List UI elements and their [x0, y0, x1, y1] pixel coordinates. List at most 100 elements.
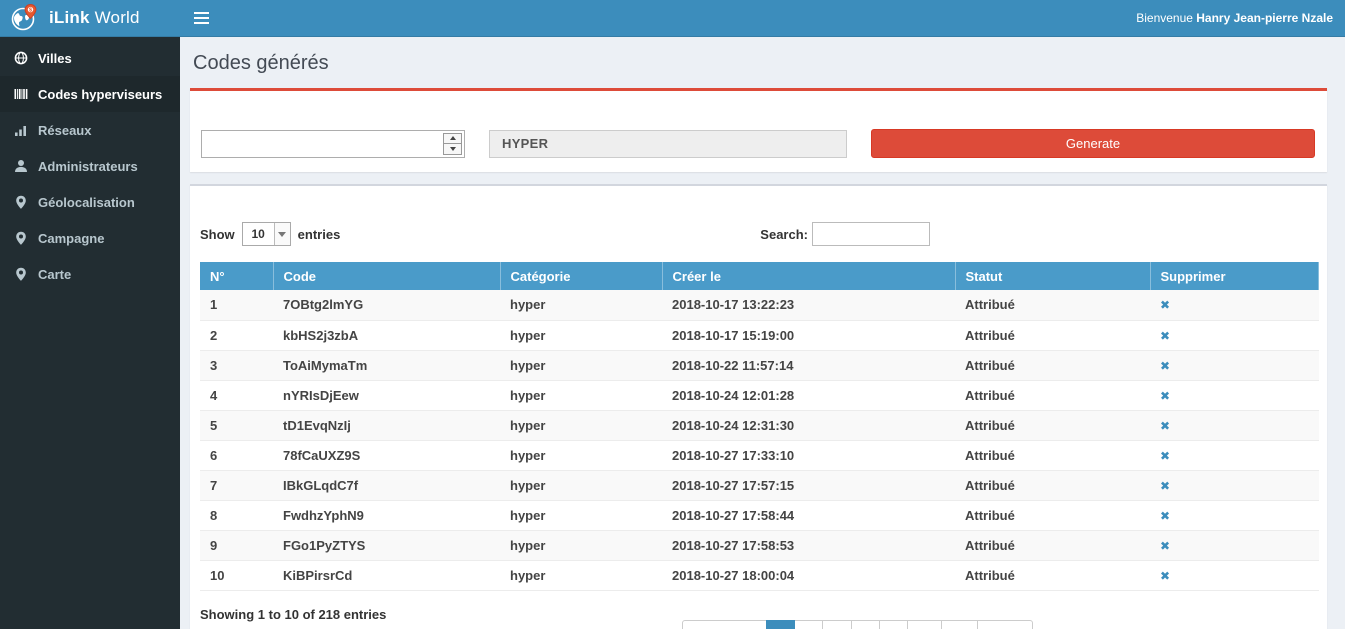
cell-category: hyper — [500, 440, 662, 470]
cell-created: 2018-10-27 17:58:53 — [662, 530, 955, 560]
cell-created: 2018-10-24 12:01:28 — [662, 380, 955, 410]
sidebar-item-villes[interactable]: Villes — [0, 40, 180, 76]
sidebar-item-campagne[interactable]: Campagne — [0, 220, 180, 256]
cell-code: kbHS2j3zbA — [273, 320, 500, 350]
globe-icon — [14, 51, 28, 65]
cell-status: Attribué — [955, 440, 1150, 470]
sidebar-item-label: Administrateurs — [38, 159, 138, 174]
table-row: 3 ToAiMymaTm hyper 2018-10-22 11:57:14 A… — [200, 350, 1319, 380]
welcome-message: Bienvenue Hanry Jean-pierre Nzale — [1136, 11, 1333, 25]
table-row: 9 FGo1PyZTYS hyper 2018-10-27 17:58:53 A… — [200, 530, 1319, 560]
delete-icon[interactable]: ✖ — [1160, 479, 1170, 493]
cell-num: 8 — [200, 500, 273, 530]
cell-num: 2 — [200, 320, 273, 350]
stepper-down-icon[interactable] — [444, 143, 461, 154]
delete-icon[interactable]: ✖ — [1160, 509, 1170, 523]
table-row: 5 tD1EvqNzIj hyper 2018-10-24 12:31:30 A… — [200, 410, 1319, 440]
cell-status: Attribué — [955, 410, 1150, 440]
search-input[interactable] — [812, 222, 930, 246]
codes-table-panel: Show 10 entries Search: N° — [190, 184, 1327, 629]
cell-status: Attribué — [955, 290, 1150, 320]
cell-created: 2018-10-27 17:33:10 — [662, 440, 955, 470]
signal-bars-icon — [14, 123, 28, 137]
cell-category: hyper — [500, 470, 662, 500]
column-header-creer-le[interactable]: Créer le — [662, 262, 955, 290]
delete-icon[interactable]: ✖ — [1160, 569, 1170, 583]
cell-code: 78fCaUXZ9S — [273, 440, 500, 470]
column-header-num[interactable]: N° — [200, 262, 273, 290]
main-content: Codes générés Generate Show — [180, 37, 1345, 629]
sidebar-item-administrateurs[interactable]: Administrateurs — [0, 148, 180, 184]
cell-code: FGo1PyZTYS — [273, 530, 500, 560]
sidebar-item-geolocalisation[interactable]: Géolocalisation — [0, 184, 180, 220]
column-header-statut[interactable]: Statut — [955, 262, 1150, 290]
pagination-page-2[interactable]: 2 — [794, 620, 823, 629]
search-label: Search: — [760, 227, 808, 242]
sidebar-item-reseaux[interactable]: Réseaux — [0, 112, 180, 148]
barcode-icon — [14, 87, 28, 101]
quantity-stepper[interactable] — [443, 133, 462, 155]
pagination-page-4[interactable]: 4 — [851, 620, 880, 629]
cell-category: hyper — [500, 500, 662, 530]
pagination-page-5[interactable]: 5 — [879, 620, 908, 629]
globe-pin-dollar-logo-icon: $ — [10, 3, 40, 33]
top-navbar: $ iLink World Bienvenue Hanry Jean-pierr… — [0, 0, 1345, 37]
cell-status: Attribué — [955, 500, 1150, 530]
sidebar-item-label: Carte — [38, 267, 71, 282]
generate-button[interactable]: Generate — [871, 129, 1315, 158]
delete-icon[interactable]: ✖ — [1160, 419, 1170, 433]
cell-category: hyper — [500, 560, 662, 590]
table-row: 1 7OBtg2lmYG hyper 2018-10-17 13:22:23 A… — [200, 290, 1319, 320]
show-label: Show — [200, 227, 235, 242]
pagination-page-1[interactable]: 1 — [766, 620, 795, 629]
cell-category: hyper — [500, 410, 662, 440]
sidebar-item-label: Réseaux — [38, 123, 91, 138]
sidebar-nav: Villes Codes hyperviseurs Réseaux Admini… — [0, 37, 180, 629]
delete-icon[interactable]: ✖ — [1160, 539, 1170, 553]
cell-status: Attribué — [955, 350, 1150, 380]
delete-icon[interactable]: ✖ — [1160, 449, 1170, 463]
chevron-down-icon — [274, 223, 290, 245]
page-title: Codes générés — [193, 52, 1345, 75]
delete-icon[interactable]: ✖ — [1160, 329, 1170, 343]
pagination-previous-button[interactable]: Previous — [682, 620, 767, 629]
column-header-categorie[interactable]: Catégorie — [500, 262, 662, 290]
table-row: 8 FwdhzYphN9 hyper 2018-10-27 17:58:44 A… — [200, 500, 1319, 530]
cell-created: 2018-10-27 18:00:04 — [662, 560, 955, 590]
cell-created: 2018-10-17 15:19:00 — [662, 320, 955, 350]
cell-num: 9 — [200, 530, 273, 560]
cell-code: FwdhzYphN9 — [273, 500, 500, 530]
delete-icon[interactable]: ✖ — [1160, 298, 1170, 312]
cell-created: 2018-10-24 12:31:30 — [662, 410, 955, 440]
cell-code: nYRIsDjEew — [273, 380, 500, 410]
cell-category: hyper — [500, 320, 662, 350]
brand-logo[interactable]: $ iLink World — [0, 0, 180, 36]
pagination-next-button[interactable]: Next — [977, 620, 1033, 629]
pagination-page-22[interactable]: 22 — [941, 620, 977, 629]
navbar-main: Bienvenue Hanry Jean-pierre Nzale — [180, 0, 1345, 36]
codes-table: N° Code Catégorie Créer le Statut Suppri… — [200, 262, 1319, 591]
stepper-up-icon[interactable] — [444, 134, 461, 144]
column-header-supprimer[interactable]: Supprimer — [1150, 262, 1319, 290]
quantity-input[interactable] — [201, 130, 465, 158]
cell-num: 6 — [200, 440, 273, 470]
cell-num: 10 — [200, 560, 273, 590]
sidebar-item-codes-hyperviseurs[interactable]: Codes hyperviseurs — [0, 76, 180, 112]
delete-icon[interactable]: ✖ — [1160, 389, 1170, 403]
cell-num: 3 — [200, 350, 273, 380]
page-length-select[interactable]: 10 — [242, 222, 291, 246]
pagination-page-3[interactable]: 3 — [822, 620, 851, 629]
column-header-code[interactable]: Code — [273, 262, 500, 290]
delete-icon[interactable]: ✖ — [1160, 359, 1170, 373]
sidebar-item-label: Codes hyperviseurs — [38, 87, 162, 102]
cell-code: tD1EvqNzIj — [273, 410, 500, 440]
search-control: Search: — [760, 222, 930, 246]
hamburger-icon[interactable] — [194, 12, 209, 24]
table-row: 10 KiBPirsrCd hyper 2018-10-27 18:00:04 … — [200, 560, 1319, 590]
cell-num: 5 — [200, 410, 273, 440]
cell-num: 1 — [200, 290, 273, 320]
cell-status: Attribué — [955, 320, 1150, 350]
sidebar-item-carte[interactable]: Carte — [0, 256, 180, 292]
app-window: $ iLink World Bienvenue Hanry Jean-pierr… — [0, 0, 1345, 629]
table-row: 6 78fCaUXZ9S hyper 2018-10-27 17:33:10 A… — [200, 440, 1319, 470]
